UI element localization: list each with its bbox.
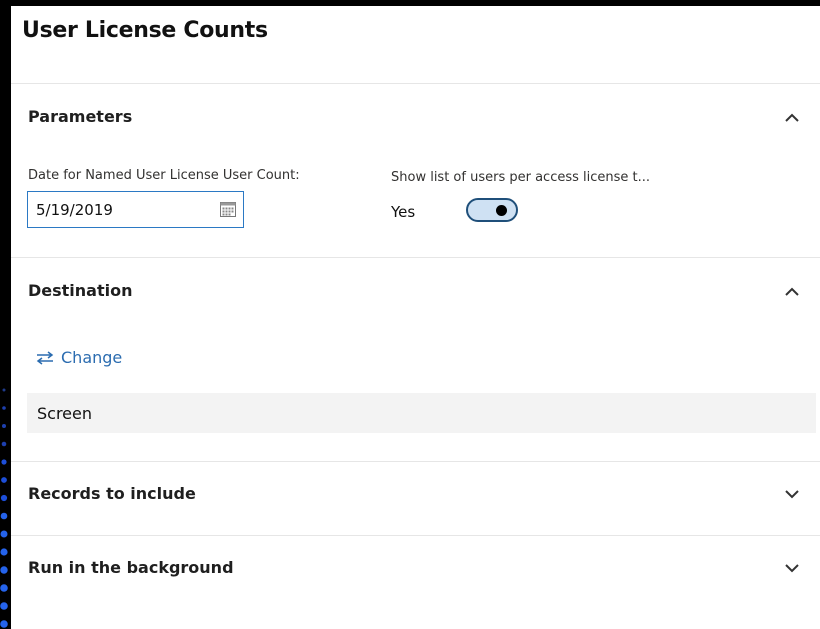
section-records-heading[interactable]: Records to include: [28, 484, 196, 503]
date-field-label: Date for Named User License User Count:: [28, 168, 300, 183]
change-destination-link[interactable]: Change: [35, 348, 122, 367]
report-dialog: User License Counts Parameters Date for …: [11, 6, 820, 629]
section-background-heading[interactable]: Run in the background: [28, 558, 234, 577]
show-list-label: Show list of users per access license t.…: [391, 170, 651, 185]
chevron-up-icon[interactable]: [782, 282, 802, 302]
chevron-down-icon[interactable]: [782, 558, 802, 578]
date-field-value[interactable]: 5/19/2019: [36, 201, 113, 219]
chevron-up-icon[interactable]: [782, 108, 802, 128]
destination-value-box: Screen: [27, 393, 816, 433]
section-destination-heading[interactable]: Destination: [28, 281, 133, 300]
date-field[interactable]: 5/19/2019: [27, 191, 244, 228]
divider: [11, 535, 820, 536]
destination-value: Screen: [37, 404, 93, 423]
chevron-down-icon[interactable]: [782, 484, 802, 504]
swap-arrows-icon: [36, 350, 54, 365]
toggle-state-label: Yes: [391, 203, 416, 221]
divider: [11, 461, 820, 462]
toggle-knob: [496, 205, 507, 216]
show-list-toggle[interactable]: [466, 198, 518, 222]
section-parameters-heading[interactable]: Parameters: [28, 107, 132, 126]
divider: [11, 257, 820, 258]
change-link-label[interactable]: Change: [61, 348, 122, 367]
calendar-icon[interactable]: [219, 200, 237, 218]
page-title: User License Counts: [22, 18, 268, 43]
divider: [11, 83, 820, 84]
